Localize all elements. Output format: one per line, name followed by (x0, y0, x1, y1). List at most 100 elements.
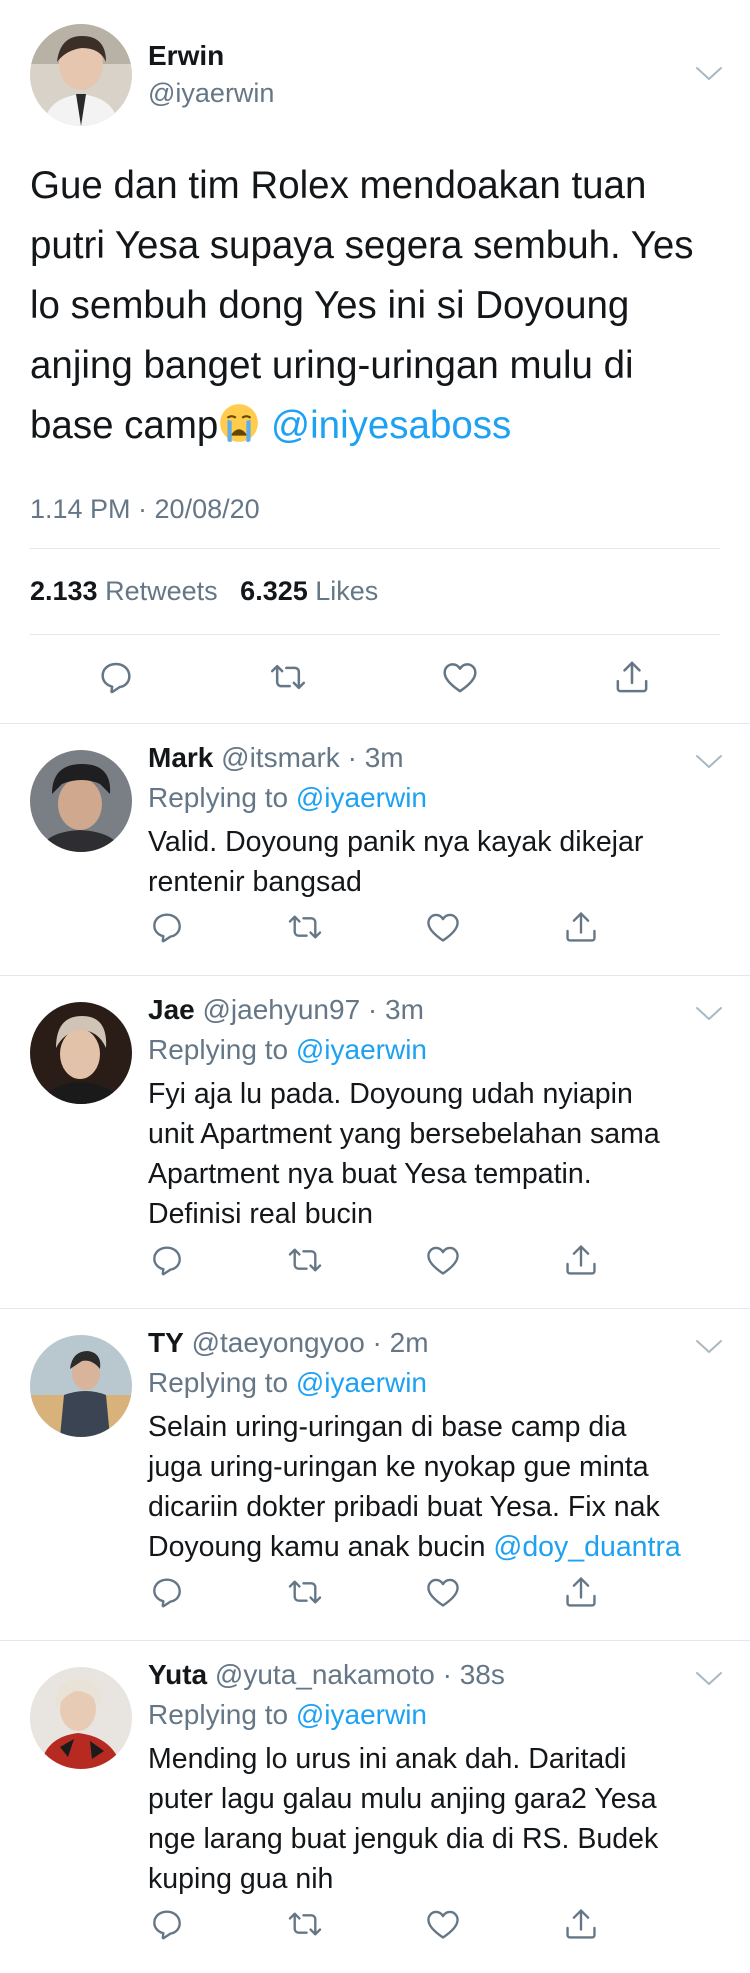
share-icon[interactable] (562, 1241, 600, 1279)
replying-mention[interactable]: @iyaerwin (296, 1034, 427, 1065)
dot-separator: · (360, 994, 386, 1025)
reply-icon[interactable] (96, 657, 136, 697)
reply-text-line: Definisi real bucin (148, 1198, 373, 1230)
reply-text: Selain uring-uringan di base camp dia ju… (148, 1407, 728, 1567)
share-icon[interactable] (562, 908, 600, 946)
reply-text-line: juga uring-uringan ke nyokap gue minta (148, 1451, 649, 1483)
reply-text-line: Selain uring-uringan di base camp dia (148, 1411, 627, 1443)
like-icon[interactable] (440, 657, 480, 697)
divider (30, 548, 720, 549)
reply-text-last: Doyoung kamu anak bucin (148, 1531, 486, 1563)
author-name[interactable]: Erwin (148, 40, 224, 72)
dot-separator: · (339, 742, 365, 773)
reply-author-name[interactable]: Yuta (148, 1659, 207, 1690)
reply-text-line: Valid. Doyoung panik nya kayak dikejar (148, 826, 644, 858)
reply-author-name[interactable]: TY (148, 1327, 184, 1358)
replying-to: Replying to @iyaerwin (148, 1034, 427, 1066)
replying-to: Replying to @iyaerwin (148, 782, 427, 814)
tweet-text-line: anjing banget uring-uringan mulu di (30, 344, 634, 387)
retweet-icon[interactable] (286, 908, 324, 946)
crying-face-emoji-icon (220, 404, 259, 442)
replying-mention[interactable]: @iyaerwin (296, 1367, 427, 1398)
replying-label: Replying to (148, 1367, 289, 1398)
like-icon[interactable] (424, 1573, 462, 1611)
reply-tweet[interactable]: Yuta @yuta_nakamoto · 38s Replying to @i… (0, 1641, 750, 1973)
chevron-down-icon[interactable] (694, 1004, 724, 1024)
retweet-icon[interactable] (286, 1905, 324, 1943)
chevron-down-icon[interactable] (694, 752, 724, 772)
reply-header: Mark @itsmark · 3m (148, 742, 404, 774)
main-tweet: Erwin @iyaerwin Gue dan tim Rolex mendoa… (0, 0, 750, 724)
reply-tweet[interactable]: Mark @itsmark · 3m Replying to @iyaerwin… (0, 724, 750, 976)
reply-header: Yuta @yuta_nakamoto · 38s (148, 1659, 505, 1691)
avatar[interactable] (30, 1667, 132, 1769)
like-label[interactable]: Likes (315, 576, 378, 606)
retweet-icon[interactable] (268, 657, 308, 697)
reply-action-bar (0, 1905, 750, 1951)
replying-mention[interactable]: @iyaerwin (296, 782, 427, 813)
dot-separator: · (364, 1327, 390, 1358)
reply-author-name[interactable]: Mark (148, 742, 213, 773)
reply-tweet[interactable]: TY @taeyongyoo · 2m Replying to @iyaerwi… (0, 1309, 750, 1641)
chevron-down-icon[interactable] (694, 1337, 724, 1357)
dot-separator: · (434, 1659, 460, 1690)
share-icon[interactable] (612, 657, 652, 697)
reply-icon[interactable] (148, 1241, 186, 1279)
avatar[interactable] (30, 750, 132, 852)
mention-link[interactable]: @doy_duantra (493, 1531, 680, 1563)
reply-text: Fyi aja lu pada. Doyoung udah nyiapin un… (148, 1074, 728, 1234)
chevron-down-icon[interactable] (694, 1669, 724, 1689)
reply-author-handle[interactable]: @taeyongyoo (192, 1327, 365, 1358)
tweet-text-line: Gue dan tim Rolex mendoakan tuan (30, 164, 647, 207)
divider (30, 634, 720, 635)
reply-text: Mending lo urus ini anak dah. Daritadi p… (148, 1739, 728, 1899)
chevron-down-icon[interactable] (694, 64, 724, 84)
like-count[interactable]: 6.325 (240, 576, 308, 606)
reply-icon[interactable] (148, 1905, 186, 1943)
reply-text-line: rentenir bangsad (148, 866, 362, 898)
retweet-icon[interactable] (286, 1573, 324, 1611)
replying-label: Replying to (148, 1034, 289, 1065)
reply-time: 38s (459, 1659, 505, 1690)
replying-mention[interactable]: @iyaerwin (296, 1699, 427, 1730)
reply-time: 3m (385, 994, 424, 1025)
like-icon[interactable] (424, 1241, 462, 1279)
reply-author-name[interactable]: Jae (148, 994, 195, 1025)
reply-icon[interactable] (148, 1573, 186, 1611)
tweet-stats: 2.133 Retweets 6.325 Likes (30, 576, 378, 607)
tweet-action-bar (0, 657, 750, 703)
reply-icon[interactable] (148, 908, 186, 946)
reply-text-line: Apartment nya buat Yesa tempatin. (148, 1158, 592, 1190)
reply-text-line: puter lagu galau mulu anjing gara2 Yesa (148, 1783, 657, 1815)
reply-text-line: Doyoung kamu anak bucin @doy_duantra (148, 1527, 728, 1567)
reply-text-line: nge larang buat jenguk dia di RS. Budek (148, 1823, 659, 1855)
avatar[interactable] (30, 24, 132, 126)
reply-header: TY @taeyongyoo · 2m (148, 1327, 429, 1359)
like-icon[interactable] (424, 1905, 462, 1943)
reply-text-line: Mending lo urus ini anak dah. Daritadi (148, 1743, 627, 1775)
retweet-icon[interactable] (286, 1241, 324, 1279)
reply-action-bar (0, 1573, 750, 1619)
replying-label: Replying to (148, 782, 289, 813)
reply-text-line: dicariin dokter pribadi buat Yesa. Fix n… (148, 1491, 660, 1523)
reply-text-line: unit Apartment yang bersebelahan sama (148, 1118, 660, 1150)
reply-author-handle[interactable]: @jaehyun97 (203, 994, 361, 1025)
mention-link[interactable]: @iniyesaboss (271, 404, 511, 447)
author-handle[interactable]: @iyaerwin (148, 78, 274, 109)
reply-author-handle[interactable]: @yuta_nakamoto (215, 1659, 435, 1690)
share-icon[interactable] (562, 1573, 600, 1611)
like-icon[interactable] (424, 908, 462, 946)
avatar[interactable] (30, 1335, 132, 1437)
tweet-text-last: base camp (30, 404, 219, 447)
avatar[interactable] (30, 1002, 132, 1104)
retweet-label[interactable]: Retweets (105, 576, 218, 606)
replying-to: Replying to @iyaerwin (148, 1367, 427, 1399)
retweet-count[interactable]: 2.133 (30, 576, 98, 606)
reply-author-handle[interactable]: @itsmark (221, 742, 340, 773)
tweet-text-line: base camp @iniyesaboss (30, 396, 730, 456)
reply-text-line: kuping gua nih (148, 1863, 334, 1895)
reply-tweet[interactable]: Jae @jaehyun97 · 3m Replying to @iyaerwi… (0, 976, 750, 1309)
share-icon[interactable] (562, 1905, 600, 1943)
reply-action-bar (0, 1241, 750, 1287)
tweet-timestamp: 1.14 PM · 20/08/20 (30, 494, 260, 524)
